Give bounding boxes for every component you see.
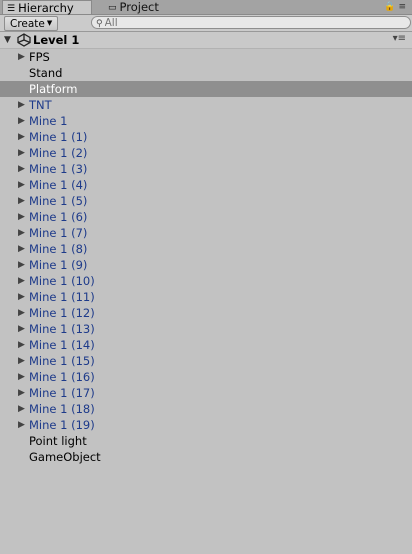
hierarchy-item[interactable]: ▶ Mine 1 (14) [0, 337, 412, 353]
tab-project-label: Project [119, 0, 159, 14]
expand-arrow-icon[interactable]: ▶ [18, 145, 25, 161]
hierarchy-item-label: GameObject [29, 450, 101, 464]
scene-name: Level 1 [33, 33, 80, 47]
expand-arrow-icon[interactable]: ▶ [18, 257, 25, 273]
collapse-arrow-icon[interactable]: ▼ [4, 35, 11, 45]
hierarchy-item[interactable]: ▶ Mine 1 (4) [0, 177, 412, 193]
hierarchy-item-label: Mine 1 (14) [29, 338, 95, 352]
hierarchy-item-label: Mine 1 (16) [29, 370, 95, 384]
search-input[interactable] [104, 17, 385, 28]
expand-arrow-icon[interactable]: ▶ [18, 321, 25, 337]
hierarchy-item-label: Mine 1 (19) [29, 418, 95, 432]
hierarchy-item-label: Mine 1 (12) [29, 306, 95, 320]
hierarchy-item[interactable]: ▶ Mine 1 (12) [0, 305, 412, 321]
hierarchy-item-label: Mine 1 (7) [29, 226, 88, 240]
hierarchy-item-label: Mine 1 (9) [29, 258, 88, 272]
hierarchy-item-label: Mine 1 (6) [29, 210, 88, 224]
hierarchy-item-label: Mine 1 (17) [29, 386, 95, 400]
hierarchy-item-label: Stand [29, 66, 63, 80]
hierarchy-item[interactable]: ▶ Mine 1 (17) [0, 385, 412, 401]
hierarchy-item[interactable]: ▶ Mine 1 (16) [0, 369, 412, 385]
hierarchy-item-label: Mine 1 [29, 114, 68, 128]
hierarchy-item-label: Mine 1 (4) [29, 178, 88, 192]
expand-arrow-icon[interactable]: ▶ [18, 193, 25, 209]
hierarchy-item-label: Mine 1 (10) [29, 274, 95, 288]
panel-menu-icon[interactable]: ≡ [398, 2, 406, 12]
hierarchy-item[interactable]: ▶ Mine 1 (2) [0, 145, 412, 161]
hierarchy-item[interactable]: ▶ Mine 1 (13) [0, 321, 412, 337]
hierarchy-item-label: TNT [29, 98, 52, 112]
hierarchy-item[interactable]: ▶ Mine 1 (9) [0, 257, 412, 273]
hierarchy-item-label: FPS [29, 50, 50, 64]
hierarchy-item[interactable]: ▶ Mine 1 (5) [0, 193, 412, 209]
hierarchy-item[interactable]: ▶ Mine 1 (6) [0, 209, 412, 225]
create-button-label: Create [10, 18, 45, 30]
hierarchy-item-label: Point light [29, 434, 87, 448]
unity-logo-icon [17, 33, 31, 50]
chevron-down-icon: ▼ [46, 19, 53, 27]
hierarchy-item[interactable]: ▶ Mine 1 (19) [0, 417, 412, 433]
expand-arrow-icon[interactable]: ▶ [18, 273, 25, 289]
search-icon: ⚲ [96, 18, 103, 29]
expand-arrow-icon[interactable]: ▶ [18, 417, 25, 433]
expand-arrow-icon[interactable]: ▶ [18, 225, 25, 241]
expand-arrow-icon[interactable]: ▶ [18, 209, 25, 225]
hierarchy-item[interactable]: ▶ Mine 1 (10) [0, 273, 412, 289]
hierarchy-item[interactable]: ▶ Mine 1 (15) [0, 353, 412, 369]
lock-icon[interactable]: 🔒 [384, 2, 395, 12]
hierarchy-item[interactable]: Stand [0, 65, 412, 81]
expand-arrow-icon[interactable]: ▶ [18, 305, 25, 321]
hierarchy-item-label: Mine 1 (18) [29, 402, 95, 416]
hierarchy-list: ▶ FPS Stand Platform ▶ TNT ▶ Mine 1 ▶ Mine 1 (1) ▶… [0, 49, 412, 465]
expand-arrow-icon[interactable]: ▶ [18, 129, 25, 145]
hierarchy-item-label: Mine 1 (11) [29, 290, 95, 304]
expand-arrow-icon[interactable]: ▶ [18, 177, 25, 193]
scene-header[interactable]: ▼ Level 1 ▾≡ [0, 32, 412, 49]
hierarchy-toolbar: Create ▼ ⚲ [0, 15, 412, 32]
tab-hierarchy-label: Hierarchy [18, 1, 74, 15]
hierarchy-item-label: Mine 1 (8) [29, 242, 88, 256]
expand-arrow-icon[interactable]: ▶ [18, 385, 25, 401]
expand-arrow-icon[interactable]: ▶ [18, 241, 25, 257]
create-button[interactable]: Create ▼ [4, 16, 59, 31]
tab-project[interactable]: ▭ Project [104, 0, 194, 14]
hierarchy-item[interactable]: ▶ TNT [0, 97, 412, 113]
hierarchy-item-label: Mine 1 (1) [29, 130, 88, 144]
list-icon: ☰ [7, 4, 16, 14]
expand-arrow-icon[interactable]: ▶ [18, 353, 25, 369]
expand-arrow-icon[interactable]: ▶ [18, 113, 25, 129]
hierarchy-item-label: Mine 1 (3) [29, 162, 88, 176]
hierarchy-item[interactable]: Platform [0, 81, 412, 97]
expand-arrow-icon[interactable]: ▶ [18, 401, 25, 417]
expand-arrow-icon[interactable]: ▶ [18, 97, 25, 113]
hierarchy-item[interactable]: ▶ Mine 1 (7) [0, 225, 412, 241]
expand-arrow-icon[interactable]: ▶ [18, 369, 25, 385]
folder-icon: ▭ [108, 3, 117, 13]
expand-arrow-icon[interactable]: ▶ [18, 289, 25, 305]
hierarchy-item-label: Mine 1 (2) [29, 146, 88, 160]
hierarchy-item[interactable]: GameObject [0, 449, 412, 465]
hierarchy-item[interactable]: ▶ Mine 1 (3) [0, 161, 412, 177]
tab-bar: ☰ Hierarchy ▭ Project 🔒 ≡ [0, 0, 412, 15]
hierarchy-item[interactable]: ▶ FPS [0, 49, 412, 65]
expand-arrow-icon[interactable]: ▶ [18, 49, 25, 65]
hierarchy-item[interactable]: Point light [0, 433, 412, 449]
hierarchy-item-label: Mine 1 (13) [29, 322, 95, 336]
hierarchy-item[interactable]: ▶ Mine 1 (18) [0, 401, 412, 417]
scene-menu-icon[interactable]: ▾≡ [393, 33, 406, 44]
hierarchy-item[interactable]: ▶ Mine 1 (11) [0, 289, 412, 305]
tab-hierarchy[interactable]: ☰ Hierarchy [2, 0, 92, 15]
tabbar-controls: 🔒 ≡ [384, 0, 406, 14]
expand-arrow-icon[interactable]: ▶ [18, 337, 25, 353]
hierarchy-item-label: Mine 1 (5) [29, 194, 88, 208]
hierarchy-item[interactable]: ▶ Mine 1 (8) [0, 241, 412, 257]
hierarchy-item-label: Mine 1 (15) [29, 354, 95, 368]
search-field[interactable]: ⚲ [91, 16, 411, 29]
hierarchy-item-label: Platform [29, 82, 78, 96]
hierarchy-item[interactable]: ▶ Mine 1 [0, 113, 412, 129]
hierarchy-item[interactable]: ▶ Mine 1 (1) [0, 129, 412, 145]
expand-arrow-icon[interactable]: ▶ [18, 161, 25, 177]
